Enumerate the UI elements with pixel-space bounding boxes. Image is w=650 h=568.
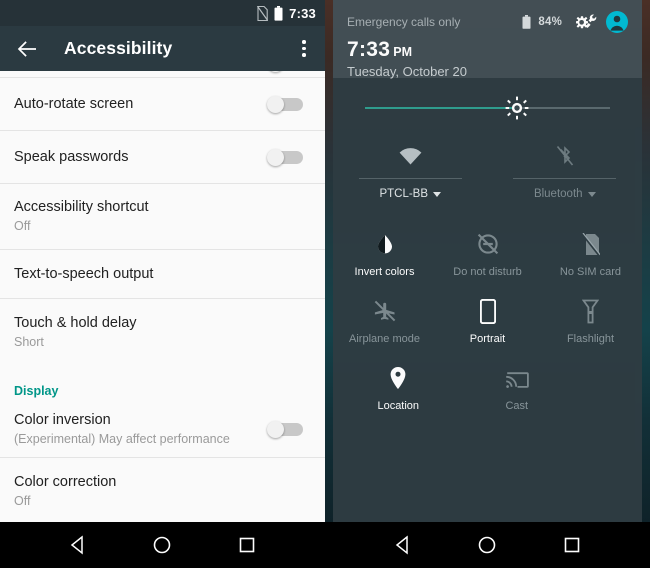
list-item-subtitle: Short <box>14 334 44 349</box>
left-navigation-bar <box>0 522 325 568</box>
toggle-switch-color-inversion[interactable] <box>267 421 303 438</box>
clock-ampm: PM <box>393 45 412 59</box>
brightness-track[interactable] <box>365 96 610 120</box>
chevron-down-icon[interactable] <box>433 191 442 197</box>
no-sim-card-icon <box>581 230 600 258</box>
airplane-mode-icon <box>373 297 397 325</box>
list-item-touch-and-hold-delay[interactable]: Touch & hold delay Short <box>0 299 325 365</box>
brightness-slider[interactable] <box>333 78 642 138</box>
tile-location[interactable]: Location <box>339 358 458 425</box>
list-item-title: Speak passwords <box>14 148 129 165</box>
nav-recents-icon[interactable] <box>235 533 259 557</box>
quick-settings-header: Emergency calls only 84% 7:33 PM Tuesday… <box>333 0 642 79</box>
tile-cast[interactable]: Cast <box>458 358 577 425</box>
tile-wifi[interactable]: PTCL-BB <box>333 138 488 220</box>
nav-home-icon[interactable] <box>150 533 174 557</box>
battery-icon <box>274 5 283 21</box>
list-item-title: Color correction <box>14 473 117 490</box>
list-item-title: Text-to-speech output <box>14 265 154 282</box>
carrier-label: Emergency calls only <box>347 15 461 29</box>
list-item-title: Auto-rotate screen <box>14 95 134 112</box>
list-item-auto-rotate-screen[interactable]: Auto-rotate screen <box>0 78 325 131</box>
list-item-title: Color inversion <box>14 411 111 428</box>
tile-divider <box>358 178 462 179</box>
list-item-subtitle: Off <box>14 219 31 233</box>
battery-percent-label: 84% <box>538 16 562 28</box>
toggle-switch-speak-passwords[interactable] <box>267 149 303 166</box>
brightness-fill <box>365 107 517 109</box>
do-not-disturb-icon <box>476 230 500 258</box>
location-pin-icon <box>389 364 407 392</box>
toggle-switch-auto-rotate-screen[interactable] <box>267 96 303 113</box>
chevron-down-icon[interactable] <box>587 191 596 197</box>
tile-label: Cast <box>505 400 529 412</box>
status-bar-clock: 7:33 <box>289 5 316 21</box>
accessibility-settings-screen: 7:33 Accessibility Auto-rotate screen Sp… <box>0 0 325 568</box>
clock-date: Tuesday, October 20 <box>347 64 467 79</box>
back-arrow-icon[interactable] <box>16 38 38 60</box>
flashlight-icon <box>582 297 599 325</box>
list-item-title: Touch & hold delay <box>14 314 137 331</box>
invert-colors-icon <box>374 230 396 258</box>
right-navigation-bar <box>325 522 650 568</box>
quick-settings-tile-grid: Invert colors Do not disturb No SIM card… <box>333 220 642 425</box>
list-item-subtitle: Off <box>14 493 31 508</box>
connectivity-tiles: PTCL-BB Bluetooth <box>333 138 642 220</box>
screen-rotation-portrait-icon <box>479 297 496 325</box>
tile-label: Location <box>377 400 420 412</box>
list-item-speak-passwords[interactable]: Speak passwords <box>0 131 325 184</box>
tile-do-not-disturb[interactable]: Do not disturb <box>436 224 539 291</box>
list-item-partial[interactable] <box>0 71 325 78</box>
battery-icon <box>522 15 531 29</box>
tile-invert-colors[interactable]: Invert colors <box>333 224 436 291</box>
brightness-sun-icon[interactable] <box>505 96 529 120</box>
overflow-menu-icon[interactable] <box>294 38 314 60</box>
tile-label: Airplane mode <box>349 333 420 345</box>
list-item-text-to-speech-output[interactable]: Text-to-speech output <box>0 250 325 299</box>
nav-back-icon[interactable] <box>66 533 90 557</box>
section-header-label: Display <box>14 384 59 398</box>
tile-bluetooth[interactable]: Bluetooth <box>488 138 643 220</box>
list-item-subtitle: (Experimental) May affect performance <box>14 431 230 446</box>
list-item-title: Accessibility shortcut <box>14 199 149 215</box>
settings-gear-wrench-icon[interactable] <box>569 12 599 32</box>
tile-divider <box>513 178 617 179</box>
list-item-color-inversion[interactable]: Color inversion (Experimental) May affec… <box>0 401 325 458</box>
quick-settings-screen: Emergency calls only 84% 7:33 PM Tuesday… <box>325 0 650 568</box>
tile-label: Flashlight <box>566 333 615 345</box>
cast-icon <box>505 364 529 392</box>
nav-home-icon[interactable] <box>475 533 499 557</box>
dual-screenshot-container: 7:33 Accessibility Auto-rotate screen Sp… <box>0 0 650 568</box>
tile-label-wifi: PTCL-BB <box>379 188 442 200</box>
no-sim-card-icon <box>255 5 269 21</box>
tile-label: Invert colors <box>354 266 415 278</box>
clock-time: 7:33 <box>347 38 391 61</box>
user-avatar-icon[interactable] <box>606 11 628 33</box>
tile-row: Airplane mode Portrait Flashlight <box>333 291 642 358</box>
app-bar: Accessibility <box>0 26 325 71</box>
bluetooth-disabled-icon <box>556 138 574 174</box>
tile-row: Invert colors Do not disturb No SIM card <box>333 224 642 291</box>
tile-label: Do not disturb <box>453 266 522 278</box>
tile-row: Location Cast <box>333 358 642 425</box>
tile-flashlight[interactable]: Flashlight <box>539 291 642 358</box>
tile-label-bluetooth: Bluetooth <box>534 188 596 200</box>
nav-back-icon[interactable] <box>391 533 415 557</box>
left-status-bar: 7:33 <box>0 0 325 26</box>
tile-airplane-mode[interactable]: Airplane mode <box>333 291 436 358</box>
page-title: Accessibility <box>64 38 173 58</box>
tile-no-sim-card[interactable]: No SIM card <box>539 224 642 291</box>
settings-list[interactable]: Auto-rotate screen Speak passwords Acces… <box>0 71 325 522</box>
list-item-accessibility-shortcut[interactable]: Accessibility shortcut Off <box>0 184 325 250</box>
nav-recents-icon[interactable] <box>560 533 584 557</box>
quick-settings-panel: Emergency calls only 84% 7:33 PM Tuesday… <box>333 0 642 522</box>
tile-label: No SIM card <box>559 266 622 278</box>
list-item-color-correction[interactable]: Color correction Off <box>0 458 325 522</box>
quick-settings-clock: 7:33 PM <box>347 38 628 62</box>
tile-label: Portrait <box>469 333 506 345</box>
section-header-display: Display <box>0 365 325 401</box>
wifi-icon <box>399 138 422 174</box>
tile-portrait[interactable]: Portrait <box>436 291 539 358</box>
